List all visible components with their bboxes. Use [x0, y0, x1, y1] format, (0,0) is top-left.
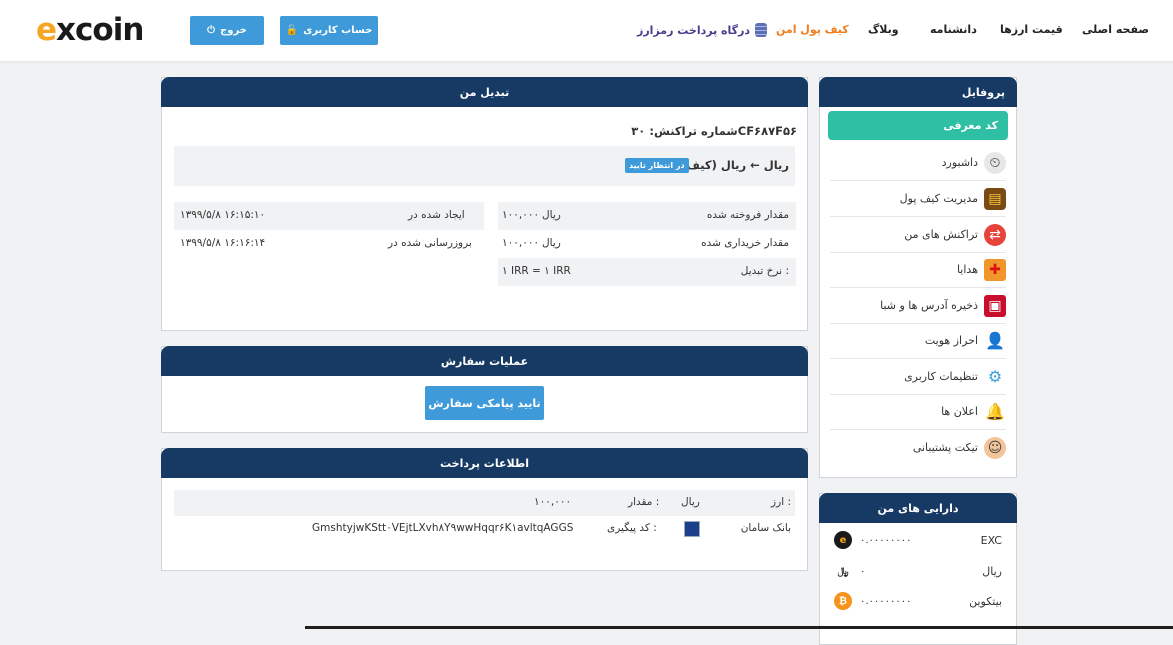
assets-title: دارایی های من [819, 493, 1017, 523]
sidebar-item-dashboard[interactable]: داشبورد ⏲ [830, 145, 1006, 181]
bought-currency: ریال [542, 237, 561, 249]
sidebar-item-verification[interactable]: احراز هویت 👤 [830, 323, 1006, 359]
tracking-label: کد پیگیری : [607, 522, 657, 534]
amount-value: ۱۰۰,۰۰۰ [534, 496, 572, 508]
currency-value: ریال [681, 496, 700, 508]
excoin-logo[interactable]: e xcoin [36, 12, 144, 48]
status-badge: در انتظار تایید [625, 158, 689, 173]
created-value: ۱۳۹۹/۵/۸ ۱۶:۱۵:۱۰ [180, 209, 266, 221]
rial-icon: ﷼ [834, 562, 852, 580]
bitcoin-icon: ₿ [834, 592, 852, 610]
currency-label: ارز : [771, 496, 791, 508]
transaction-id: شماره تراکنش: ۳۰CF۶۸۷F۵۶ [631, 124, 797, 138]
bought-label: مقدار خریداری شده [701, 237, 789, 249]
nav-wallet[interactable]: کیف پول امن [776, 23, 849, 36]
payment-title: اطلاعات پرداخت [161, 448, 808, 478]
assets-panel: دارایی های من e ۰.۰۰۰۰۰۰۰۰ EXC ﷼ ۰ ریال … [819, 493, 1017, 645]
nav-academy[interactable]: دانشنامه [930, 23, 977, 36]
sidebar-item-label: مدیریت کیف پول [899, 192, 978, 205]
user-verify-icon: 👤 [985, 331, 1005, 350]
coins-stack-icon [755, 23, 768, 37]
sidebar-item-saved-addresses[interactable]: ذخیره آدرس ها و شبا ▣ [830, 288, 1006, 324]
settings-icon: ⚙ [987, 367, 1003, 386]
sold-value: ۱۰۰,۰۰۰ [502, 209, 540, 221]
account-button[interactable]: 🔓 حساب کاربری [280, 16, 378, 45]
sidebar-item-label: تنظیمات کاربری [904, 370, 978, 383]
sms-confirm-button[interactable]: تایید پیامکی سفارش [425, 386, 544, 420]
asset-row-rial[interactable]: ﷼ ۰ ریال [834, 557, 1002, 585]
asset-row-exc[interactable]: e ۰.۰۰۰۰۰۰۰۰ EXC [834, 526, 1002, 554]
sidebar-item-label: اعلان ها [941, 405, 978, 418]
sidebar-item-label: احراز هویت [924, 334, 978, 347]
rate-label: نرخ تبدیل : [740, 265, 789, 277]
tracking-value: GmshtyjwKStt۰VEjtLXvh۸Y۹wwHqqr۶K۱avltqAG… [312, 522, 574, 534]
payment-row-1 [174, 490, 795, 516]
save-icon: ▣ [984, 294, 1006, 317]
exchange-panel: تبدیل من شماره تراکنش: ۳۰CF۶۸۷F۵۶ ریال ←… [161, 77, 808, 331]
power-icon: ⏻ [207, 25, 216, 36]
sidebar-item-label: داشبورد [941, 156, 978, 169]
sold-currency: ریال [542, 209, 561, 221]
unlock-icon: 🔓 [285, 25, 299, 36]
bank-name: بانک سامان [740, 522, 791, 534]
profile-title: پروفایل [819, 77, 1017, 107]
sidebar-item-transactions[interactable]: تراکنش های من ⇄ [830, 217, 1006, 253]
support-icon: ☺ [984, 436, 1006, 459]
nav-blog[interactable]: وبلاگ [868, 23, 899, 36]
amount-label: مقدار : [628, 496, 660, 508]
sidebar-item-label: هدایا [956, 263, 978, 276]
sidebar-item-notifications[interactable]: اعلان ها 🔔 [830, 394, 1006, 430]
asset-name: ریال [982, 564, 1002, 578]
bell-icon: 🔔 [985, 402, 1005, 421]
sold-label: مقدار فروخته شده [706, 209, 789, 221]
asset-name: بیتکوین [969, 594, 1002, 608]
exc-coin-icon: e [834, 531, 852, 549]
updated-label: بروزرسانی شده در [388, 237, 472, 249]
wallet-icon: ▤ [984, 187, 1006, 210]
payment-panel: اطلاعات پرداخت ارز : ریال مقدار : ۱۰۰,۰۰… [161, 448, 808, 571]
order-ops-panel: عملیات سفارش تایید پیامکی سفارش [161, 346, 808, 433]
bank-logo-icon [684, 521, 700, 537]
logout-label: خروج [220, 25, 247, 36]
bought-value: ۱۰۰,۰۰۰ [502, 237, 540, 249]
sidebar-item-support[interactable]: تیکت پشتیبانی ☺ [830, 430, 1006, 465]
asset-amount: ۰.۰۰۰۰۰۰۰۰ [860, 534, 912, 546]
nav-prices[interactable]: قیمت ارزها [1000, 23, 1063, 36]
referral-code-button[interactable]: کد معرفی [828, 111, 1008, 140]
created-label: ایجاد شده در [408, 209, 465, 221]
gift-icon: ✚ [984, 258, 1006, 281]
sidebar-item-wallet[interactable]: مدیریت کیف پول ▤ [830, 181, 1006, 217]
sidebar-item-label: تراکنش های من [904, 228, 978, 241]
order-ops-title: عملیات سفارش [161, 346, 808, 376]
sidebar-item-settings[interactable]: تنظیمات کاربری ⚙ [830, 359, 1006, 395]
speedometer-icon: ⏲ [984, 151, 1006, 174]
transactions-icon: ⇄ [984, 223, 1006, 246]
nav-gateway-label: درگاه پرداخت رمزارز [637, 23, 751, 37]
asset-amount: ۰.۰۰۰۰۰۰۰۰ [860, 595, 912, 607]
tx-label: شماره تراکنش: [649, 124, 738, 138]
nav-home[interactable]: صفحه اصلی [1082, 23, 1149, 36]
asset-row-bitcoin[interactable]: ₿ ۰.۰۰۰۰۰۰۰۰ بیتکوین [834, 587, 1002, 615]
sidebar-item-label: تیکت پشتیبانی [912, 441, 978, 454]
top-navbar: e xcoin ⏻ خروج 🔓 حساب کاربری درگاه پرداخت… [0, 0, 1173, 61]
asset-name: EXC [980, 533, 1002, 547]
updated-value: ۱۳۹۹/۵/۸ ۱۶:۱۶:۱۴ [180, 237, 266, 249]
account-label: حساب کاربری [303, 25, 373, 36]
sidebar-item-gifts[interactable]: هدایا ✚ [830, 252, 1006, 288]
asset-amount: ۰ [860, 565, 866, 577]
logout-button[interactable]: ⏻ خروج [190, 16, 264, 45]
rate-value: ۱ IRR = ۱ IRR [502, 265, 571, 277]
profile-sidebar: پروفایل کد معرفی داشبورد ⏲ مدیریت کیف پو… [819, 77, 1017, 478]
nav-gateway[interactable]: درگاه پرداخت رمزارز [637, 23, 768, 37]
exchange-panel-title: تبدیل من [161, 77, 808, 107]
sidebar-item-label: ذخیره آدرس ها و شبا [880, 299, 978, 312]
